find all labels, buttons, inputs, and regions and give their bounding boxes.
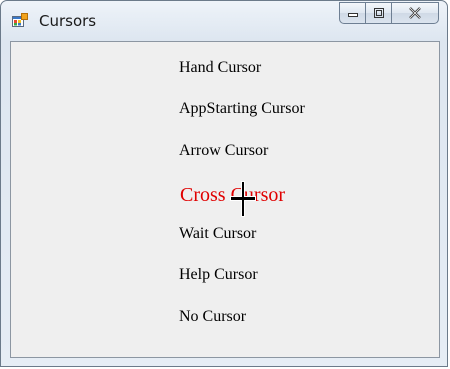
caption-buttons bbox=[339, 2, 439, 24]
cursor-label-arrow[interactable]: Arrow Cursor bbox=[179, 142, 268, 160]
maximize-button[interactable] bbox=[365, 2, 391, 24]
title-bar[interactable]: Cursors bbox=[1, 1, 449, 41]
cursor-label-help[interactable]: Help Cursor bbox=[179, 266, 258, 284]
window-title: Cursors bbox=[39, 12, 97, 30]
close-icon bbox=[409, 7, 421, 19]
cursor-label-hand[interactable]: Hand Cursor bbox=[179, 59, 261, 77]
client-area: Hand Cursor AppStarting Cursor Arrow Cur… bbox=[10, 41, 440, 358]
cursors-window: Cursors Hand Cursor AppStarting Cursor A… bbox=[0, 0, 448, 367]
maximize-icon bbox=[373, 8, 384, 18]
crosshair-cursor-icon bbox=[230, 181, 256, 217]
close-button[interactable] bbox=[391, 2, 439, 24]
minimize-button[interactable] bbox=[339, 2, 365, 24]
minimize-icon bbox=[347, 13, 358, 17]
cursor-label-appstarting[interactable]: AppStarting Cursor bbox=[179, 100, 305, 118]
windows-forms-app-icon[interactable] bbox=[12, 13, 28, 29]
cursor-label-wait[interactable]: Wait Cursor bbox=[179, 225, 256, 243]
cursor-label-no[interactable]: No Cursor bbox=[179, 308, 246, 326]
